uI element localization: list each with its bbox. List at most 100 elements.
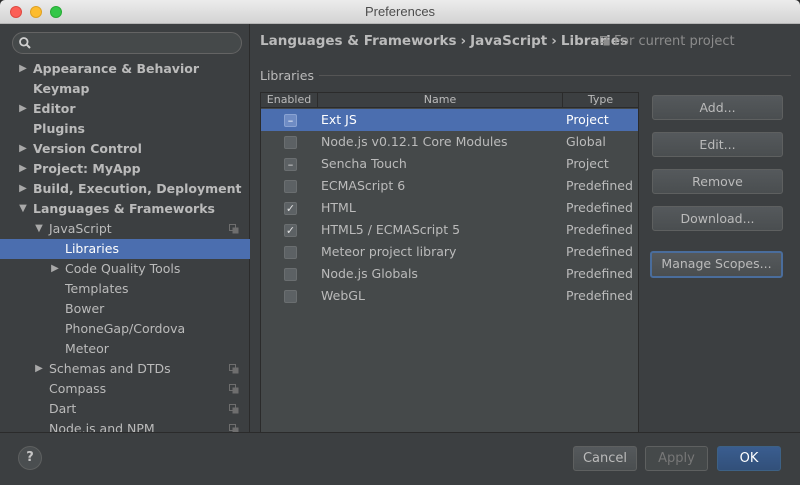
column-header-name[interactable]: Name: [318, 93, 563, 108]
libraries-table: Enabled Name Type – Ext JS Project Node.js …: [260, 92, 639, 435]
column-header-enabled[interactable]: Enabled: [261, 93, 318, 108]
sidebar-item-appearance-behavior[interactable]: ▶ Appearance & Behavior: [0, 59, 250, 79]
apply-button[interactable]: Apply: [645, 446, 708, 471]
table-row[interactable]: Node.js v0.12.1 Core Modules Global: [261, 131, 638, 153]
sidebar-item-keymap[interactable]: Keymap: [0, 79, 250, 99]
library-type: Predefined: [566, 288, 633, 303]
table-row[interactable]: – Ext JS Project: [261, 109, 638, 131]
sidebar-item-javascript[interactable]: ▼ JavaScript: [0, 219, 250, 239]
collapsed-arrow-icon[interactable]: ▶: [34, 359, 44, 379]
sidebar-item-bower[interactable]: Bower: [0, 299, 250, 319]
library-type: Project: [566, 112, 609, 127]
sidebar-item-label: JavaScript: [49, 221, 112, 236]
sidebar-item-compass[interactable]: Compass: [0, 379, 250, 399]
enabled-checkbox[interactable]: ✓: [284, 202, 297, 215]
library-name: Node.js Globals: [321, 266, 418, 281]
library-type: Predefined: [566, 244, 633, 259]
project-scope-icon: [229, 224, 239, 234]
library-type: Predefined: [566, 200, 633, 215]
table-row[interactable]: – Sencha Touch Project: [261, 153, 638, 175]
collapsed-arrow-icon[interactable]: ▶: [18, 99, 28, 119]
sidebar-item-schemas-and-dtds[interactable]: ▶ Schemas and DTDs: [0, 359, 250, 379]
sidebar-item-code-quality-tools[interactable]: ▶ Code Quality Tools: [0, 259, 250, 279]
table-row[interactable]: ECMAScript 6 Predefined: [261, 175, 638, 197]
table-row[interactable]: ✓ HTML Predefined: [261, 197, 638, 219]
library-type: Predefined: [566, 178, 633, 193]
preferences-window: Preferences ▶ Appearance & Behavior Keymap…: [0, 0, 800, 485]
collapsed-arrow-icon[interactable]: ▶: [18, 139, 28, 159]
table-row[interactable]: ✓ HTML5 / ECMAScript 5 Predefined: [261, 219, 638, 241]
dialog-footer: ? Cancel Apply OK: [0, 432, 800, 485]
collapsed-arrow-icon[interactable]: ▶: [50, 259, 60, 279]
library-type: Predefined: [566, 266, 633, 281]
cancel-button[interactable]: Cancel: [573, 446, 637, 471]
enabled-checkbox[interactable]: [284, 268, 297, 281]
sidebar-item-label: Schemas and DTDs: [49, 361, 171, 376]
remove-library-button[interactable]: Remove: [652, 169, 783, 194]
sidebar-item-build-execution-deployment[interactable]: ▶ Build, Execution, Deployment: [0, 179, 250, 199]
add-library-button[interactable]: Add...: [652, 95, 783, 120]
library-type: Project: [566, 156, 609, 171]
title-bar: Preferences: [0, 0, 800, 24]
sidebar-item-languages-frameworks[interactable]: ▼ Languages & Frameworks: [0, 199, 250, 219]
manage-scopes-button[interactable]: Manage Scopes...: [650, 251, 783, 278]
breadcrumb-item: JavaScript: [470, 33, 548, 49]
table-header: Enabled Name Type: [261, 93, 638, 108]
sidebar-item-label: Compass: [49, 381, 107, 396]
ok-button[interactable]: OK: [717, 446, 781, 471]
sidebar-item-dart[interactable]: Dart: [0, 399, 250, 419]
sidebar-item-label: Appearance & Behavior: [33, 61, 199, 76]
sidebar-item-templates[interactable]: Templates: [0, 279, 250, 299]
collapsed-arrow-icon[interactable]: ▶: [18, 159, 28, 179]
sidebar-item-editor[interactable]: ▶ Editor: [0, 99, 250, 119]
table-row[interactable]: Meteor project library Predefined: [261, 241, 638, 263]
section-divider: [319, 75, 791, 76]
sidebar-item-label: Bower: [65, 301, 105, 316]
section-title: Libraries: [260, 68, 314, 83]
sidebar-item-project-myapp[interactable]: ▶ Project: MyApp: [0, 159, 250, 179]
library-name: ECMAScript 6: [321, 178, 406, 193]
collapsed-arrow-icon[interactable]: ▶: [18, 179, 28, 199]
sidebar-item-label: Dart: [49, 401, 77, 416]
enabled-checkbox[interactable]: [284, 246, 297, 259]
project-scope-icon: [600, 36, 610, 46]
sidebar-item-label: PhoneGap/Cordova: [65, 321, 186, 336]
sidebar-item-version-control[interactable]: ▶ Version Control: [0, 139, 250, 159]
column-header-type[interactable]: Type: [563, 93, 638, 108]
sidebar-item-phonegap-cordova[interactable]: PhoneGap/Cordova: [0, 319, 250, 339]
breadcrumb: Languages & Frameworks › JavaScript › Librar…: [260, 33, 628, 49]
edit-library-button[interactable]: Edit...: [652, 132, 783, 157]
sidebar-item-label: Project: MyApp: [33, 161, 141, 176]
sidebar-item-label: Libraries: [65, 241, 119, 256]
sidebar-item-label: Languages & Frameworks: [33, 201, 215, 216]
expanded-arrow-icon[interactable]: ▼: [34, 219, 44, 239]
sidebar-item-libraries[interactable]: Libraries: [0, 239, 250, 259]
sidebar-item-plugins[interactable]: Plugins: [0, 119, 250, 139]
library-name: HTML: [321, 200, 356, 215]
project-scope-label: For current project: [614, 34, 735, 49]
library-name: HTML5 / ECMAScript 5: [321, 222, 461, 237]
library-name: Sencha Touch: [321, 156, 407, 171]
settings-sidebar: ▶ Appearance & Behavior Keymap ▶ Editor Plugi…: [0, 24, 250, 436]
enabled-checkbox[interactable]: –: [284, 158, 297, 171]
collapsed-arrow-icon[interactable]: ▶: [18, 59, 28, 79]
project-scope-icon: [229, 364, 239, 374]
enabled-checkbox[interactable]: –: [284, 114, 297, 127]
sidebar-item-label: Plugins: [33, 121, 85, 136]
help-button[interactable]: ?: [18, 446, 42, 470]
sidebar-item-label: Code Quality Tools: [65, 261, 181, 276]
enabled-checkbox[interactable]: ✓: [284, 224, 297, 237]
table-row[interactable]: Node.js Globals Predefined: [261, 263, 638, 285]
sidebar-item-meteor[interactable]: Meteor: [0, 339, 250, 359]
enabled-checkbox[interactable]: [284, 180, 297, 193]
table-row[interactable]: WebGL Predefined: [261, 285, 638, 307]
settings-search-input[interactable]: [12, 32, 242, 54]
enabled-checkbox[interactable]: [284, 290, 297, 303]
download-library-button[interactable]: Download...: [652, 206, 783, 231]
settings-tree: ▶ Appearance & Behavior Keymap ▶ Editor Plugi…: [0, 59, 250, 439]
expanded-arrow-icon[interactable]: ▼: [18, 199, 28, 219]
enabled-checkbox[interactable]: [284, 136, 297, 149]
library-type: Global: [566, 134, 606, 149]
sidebar-item-label: Version Control: [33, 141, 142, 156]
library-name: Node.js v0.12.1 Core Modules: [321, 134, 508, 149]
